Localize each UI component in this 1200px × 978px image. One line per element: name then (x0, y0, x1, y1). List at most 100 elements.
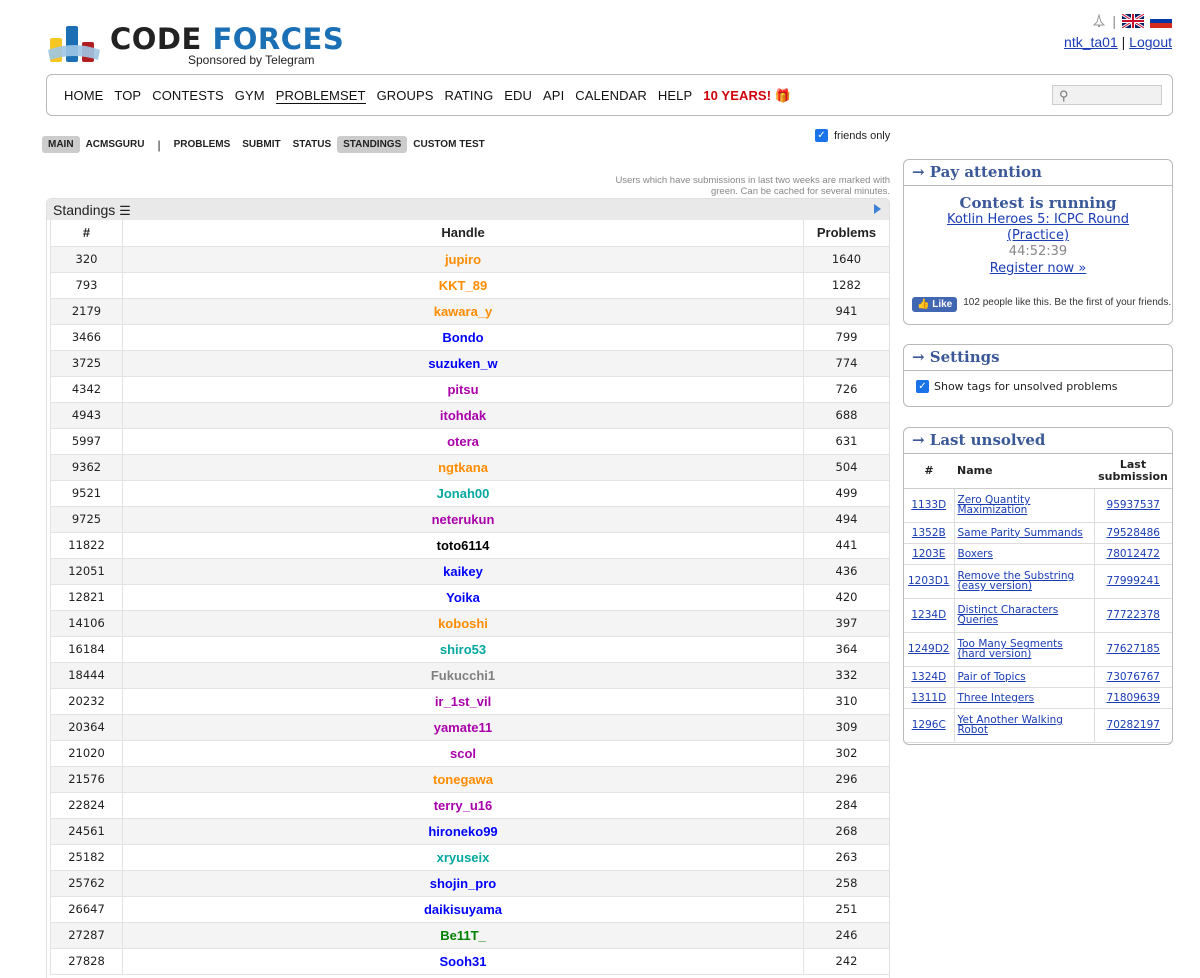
problem-id-link[interactable]: 1234D (911, 609, 946, 621)
menu-item-top[interactable]: TOP (114, 88, 141, 104)
submission-link[interactable]: 77999241 (1107, 575, 1160, 587)
handle-link[interactable]: Bondo (442, 330, 483, 345)
friends-only-toggle[interactable]: ✓ friends only (815, 129, 890, 142)
problem-name-link[interactable]: Three Integers (958, 692, 1035, 704)
problem-name-cell: Too Many Segments (hard version) (954, 632, 1095, 667)
handle-link[interactable]: yamate11 (434, 720, 493, 735)
menu-item-groups[interactable]: GROUPS (377, 88, 434, 104)
handle-link[interactable]: KKT_89 (439, 278, 487, 293)
handle-link[interactable]: shojin_pro (430, 876, 496, 891)
handle-link[interactable]: neterukun (432, 512, 495, 527)
rank-cell: 12051 (50, 557, 123, 585)
contest-link[interactable]: Kotlin Heroes 5: ICPC Round (Practice) (904, 212, 1172, 244)
menu-item-10-years[interactable]: 10 YEARS! 🎁 (703, 88, 791, 104)
notification-icon[interactable] (1092, 14, 1106, 28)
problem-name-link[interactable]: Remove the Substring (easy version) (958, 570, 1075, 592)
handle-link[interactable]: ngtkana (438, 460, 488, 475)
handle-link[interactable]: kawara_y (434, 304, 493, 319)
table-row: 3466 Bondo 799 (50, 323, 889, 351)
submission-link[interactable]: 71809639 (1107, 692, 1160, 704)
submission-link[interactable]: 78012472 (1107, 548, 1160, 560)
submission-link[interactable]: 79528486 (1107, 527, 1160, 539)
submission-link[interactable]: 77627185 (1107, 643, 1160, 655)
register-link[interactable]: Register now » (904, 260, 1172, 278)
menu-item-help[interactable]: HELP (658, 88, 692, 104)
submission-link[interactable]: 73076767 (1107, 671, 1160, 683)
russian-flag-icon[interactable] (1150, 14, 1172, 28)
handle-link[interactable]: hironeko99 (428, 824, 497, 839)
logout-link[interactable]: Logout (1129, 34, 1172, 50)
problem-id-link[interactable]: 1249D2 (908, 643, 950, 655)
col-handle[interactable]: Handle (122, 220, 804, 247)
menu-item-problemset[interactable]: PROBLEMSET (275, 88, 366, 104)
problem-id-link[interactable]: 1203D1 (908, 575, 950, 587)
col-problems[interactable]: Problems (803, 220, 889, 247)
like-button[interactable]: 👍 Like (912, 297, 958, 312)
menu-item-calendar[interactable]: CALENDAR (575, 88, 647, 104)
problem-id-link[interactable]: 1311D (911, 692, 946, 704)
user-link[interactable]: ntk_ta01 (1064, 34, 1118, 50)
handle-link[interactable]: Jonah00 (437, 486, 490, 501)
handle-link[interactable]: terry_u16 (434, 798, 493, 813)
submission-link[interactable]: 70282197 (1107, 719, 1160, 731)
handle-link[interactable]: Fukucchi1 (431, 668, 495, 683)
search-input[interactable]: ⚲ (1052, 85, 1162, 105)
submenu-item-acmsguru[interactable]: ACMSGURU (80, 136, 151, 153)
problem-name-link[interactable]: Same Parity Summands (958, 527, 1083, 539)
handle-link[interactable]: kaikey (443, 564, 483, 579)
problem-name-link[interactable]: Distinct Characters Queries (958, 604, 1059, 626)
submission-link[interactable]: 95937537 (1107, 499, 1160, 511)
handle-link[interactable]: jupiro (445, 252, 481, 267)
menu-item-contests[interactable]: CONTESTS (152, 88, 224, 104)
show-tags-option[interactable]: ✓ Show tags for unsolved problems (904, 371, 1172, 402)
menu-item-gym[interactable]: GYM (235, 88, 265, 104)
handle-link[interactable]: xryuseix (437, 850, 490, 865)
submenu-item-standings[interactable]: STANDINGS (337, 136, 408, 153)
handle-link[interactable]: pitsu (447, 382, 478, 397)
handle-link[interactable]: scol (450, 746, 476, 761)
submenu-item-main[interactable]: MAIN (42, 136, 80, 153)
handle-link[interactable]: itohdak (440, 408, 486, 423)
list-icon[interactable]: ☰ (119, 203, 131, 218)
submenu-item-submit[interactable]: SUBMIT (236, 136, 286, 153)
submenu-item-custom-test[interactable]: CUSTOM TEST (407, 136, 490, 153)
english-flag-icon[interactable] (1122, 14, 1144, 28)
problem-id-link[interactable]: 1324D (911, 671, 946, 683)
play-arrow-icon[interactable] (874, 204, 881, 214)
handle-link[interactable]: Sooh31 (440, 954, 487, 969)
problem-name-link[interactable]: Yet Another Walking Robot (958, 714, 1063, 736)
problem-id-link[interactable]: 1352B (912, 527, 946, 539)
menu-item-edu[interactable]: EDU (504, 88, 532, 104)
problem-name-link[interactable]: Zero Quantity Maximization (958, 494, 1031, 516)
problem-id-link[interactable]: 1296C (912, 719, 946, 731)
submission-link[interactable]: 77722378 (1107, 609, 1160, 621)
checkbox-icon[interactable]: ✓ (815, 129, 828, 142)
handle-link[interactable]: otera (447, 434, 479, 449)
rank-cell: 27287 (50, 921, 123, 949)
problem-id-link[interactable]: 1203E (912, 548, 945, 560)
problem-name-link[interactable]: Too Many Segments (hard version) (958, 638, 1063, 660)
codeforces-logo[interactable]: CODE FORCES Sponsored by Telegram (46, 20, 346, 70)
problem-name-link[interactable]: Pair of Topics (958, 671, 1026, 683)
menu-item-rating[interactable]: RATING (445, 88, 494, 104)
table-row: 25762 shojin_pro 258 (50, 869, 889, 897)
handle-link[interactable]: daikisuyama (424, 902, 502, 917)
menu-item-api[interactable]: API (543, 88, 564, 104)
handle-link[interactable]: Be11T_ (440, 928, 486, 943)
problem-id-link[interactable]: 1133D (911, 499, 946, 511)
handle-link[interactable]: shiro53 (440, 642, 486, 657)
handle-link[interactable]: Yoika (446, 590, 480, 605)
menu-item-home[interactable]: HOME (64, 88, 103, 104)
checkbox-icon[interactable]: ✓ (916, 380, 929, 393)
submenu-item-status[interactable]: STATUS (287, 136, 338, 153)
like-text: 102 people like this. Be the first of yo… (963, 297, 1172, 308)
rank-cell: 20364 (50, 713, 123, 741)
handle-link[interactable]: suzuken_w (428, 356, 497, 371)
handle-link[interactable]: koboshi (438, 616, 488, 631)
submenu-item-problems[interactable]: PROBLEMS (168, 136, 237, 153)
handle-link[interactable]: ir_1st_vil (435, 694, 491, 709)
col-rank[interactable]: # (50, 220, 123, 247)
problem-name-link[interactable]: Boxers (958, 548, 993, 560)
handle-link[interactable]: tonegawa (433, 772, 493, 787)
handle-link[interactable]: toto6114 (437, 538, 490, 553)
